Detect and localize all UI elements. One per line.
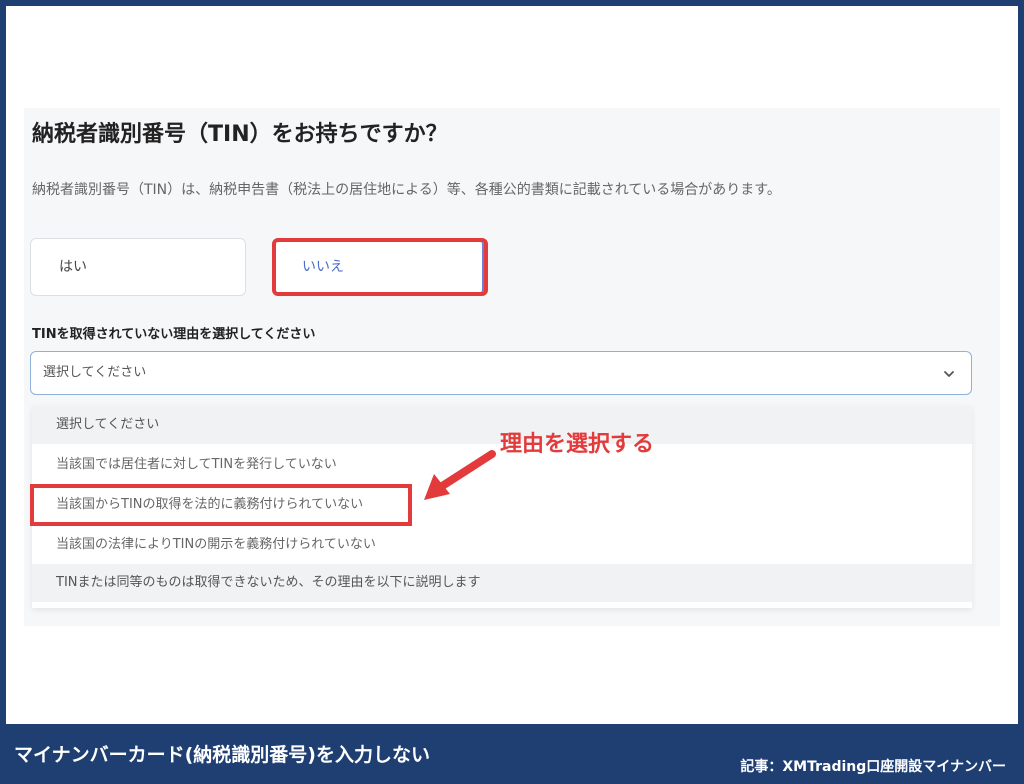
form-description: 納税者識別番号（TIN）は、納税申告書（税法上の居住地による）等、各種公的書類に… bbox=[32, 182, 781, 198]
option-yes-button[interactable]: はい bbox=[30, 238, 246, 296]
chevron-down-icon[interactable] bbox=[943, 352, 955, 394]
dropdown-item[interactable]: TINまたは同等のものは取得できないため、その理由を以下に説明します bbox=[32, 564, 972, 602]
reason-select[interactable]: 選択してください bbox=[30, 351, 972, 395]
dropdown-item[interactable]: 当該国の法律によりTINの開示を義務付けられていない bbox=[32, 526, 972, 564]
reason-label: TINを取得されていない理由を選択してください bbox=[32, 327, 316, 342]
highlight-box bbox=[30, 484, 412, 526]
page-title: 納税者識別番号（TIN）をお持ちですか？ bbox=[32, 122, 448, 147]
annotation-label: 理由を選択する bbox=[500, 432, 655, 457]
footer-source: 記事：XMTrading口座開設マイナンバー bbox=[740, 759, 1006, 775]
annotation-arrow-icon bbox=[424, 450, 496, 500]
footer-bar: マイナンバーカード(納税識別番号)を入力しない 記事：XMTrading口座開設… bbox=[0, 724, 1024, 784]
reason-select-value: 選択してください bbox=[43, 365, 147, 380]
footer-caption: マイナンバーカード(納税識別番号)を入力しない bbox=[14, 744, 430, 766]
option-no-button[interactable]: いいえ bbox=[272, 238, 488, 296]
